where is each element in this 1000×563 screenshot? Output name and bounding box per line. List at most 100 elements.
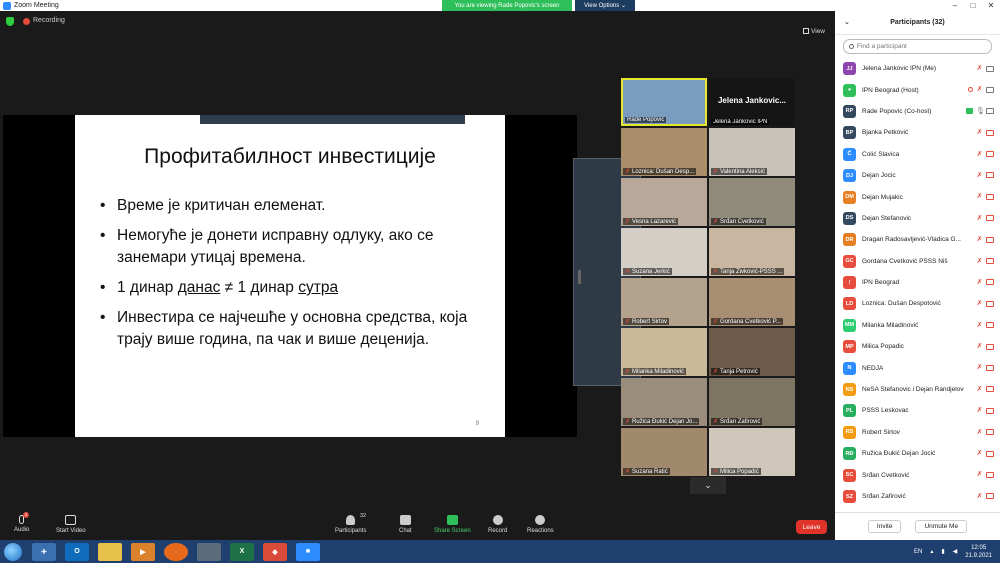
- participant-row[interactable]: ● IPN Beograd (Host) ✗: [835, 79, 1000, 100]
- video-tile[interactable]: ✗ Tanja Živković-PSSS ...: [709, 228, 795, 276]
- participant-row[interactable]: SC Srđan Cvetković ✗: [835, 464, 1000, 485]
- avatar: DJ: [843, 169, 856, 183]
- video-tile[interactable]: ✗ Suzana Ratić: [621, 428, 707, 476]
- video-tile[interactable]: ✗ Vesna Lazarević: [621, 178, 707, 226]
- video-tile[interactable]: ✗ Srđan Cvetković: [709, 178, 795, 226]
- app-icon[interactable]: [197, 542, 221, 561]
- participant-row[interactable]: MP Milica Popadic ✗: [835, 336, 1000, 357]
- video-tile[interactable]: ✗ Gordana Cvetković P...: [709, 278, 795, 326]
- video-tile-name: ✗ Milica Popadić: [711, 468, 761, 475]
- video-tile[interactable]: ✗ Robert Sirtov: [621, 278, 707, 326]
- video-tile-name-text: Suzana Jerkić: [632, 269, 670, 275]
- participant-row[interactable]: BP Bjanka Petković ✗: [835, 122, 1000, 143]
- participant-status-icons: ✗: [976, 257, 994, 266]
- folder-icon[interactable]: [98, 542, 122, 561]
- video-tile[interactable]: ✗ Ružica Đukić Dejan Jo...: [621, 378, 707, 426]
- muted-mic-icon: ✗: [976, 129, 983, 137]
- participant-row[interactable]: DR Dragan Radosavljević-Vladica G... ✗: [835, 229, 1000, 250]
- camera-off-icon: [986, 193, 994, 200]
- participant-row[interactable]: RS Robert Sirtov ✗: [835, 422, 1000, 443]
- close-icon[interactable]: ✕: [982, 1, 1000, 10]
- participant-row[interactable]: PL PSSS Leskovac ✗: [835, 400, 1000, 421]
- muted-mic-icon: ✗: [976, 236, 983, 244]
- slide-bullet: Инвестира се најчешће у основна средства…: [100, 307, 487, 351]
- audio-button[interactable]: 1 Audio: [14, 512, 29, 533]
- muted-mic-icon: ✗: [976, 492, 983, 500]
- gallery-next-page-button[interactable]: ⌄: [690, 477, 726, 494]
- view-button[interactable]: View: [803, 28, 825, 35]
- participants-title: Participants (32): [890, 19, 945, 26]
- participant-row[interactable]: DJ Dejan Jocic ✗: [835, 165, 1000, 186]
- participant-row[interactable]: NS NeŠA Stefanovic i Dejan Randjelovic...…: [835, 379, 1000, 400]
- participant-row[interactable]: GC Gordana Cvetković PSSS Niš ✗: [835, 251, 1000, 272]
- clock[interactable]: 12:05 21.9.2021: [965, 544, 992, 560]
- media-player-icon[interactable]: ▶: [131, 542, 155, 561]
- video-tile[interactable]: ✗ Valentina Aleksić: [709, 128, 795, 176]
- participant-row[interactable]: SZ Srđan Zafirović ✗: [835, 486, 1000, 507]
- participant-row[interactable]: MM Milanka Miladinović ✗: [835, 315, 1000, 336]
- muted-mic-icon: ✗: [976, 257, 983, 265]
- participant-search-input[interactable]: [857, 43, 977, 50]
- participant-row[interactable]: LD Loznica: Dušan Despotović ✗: [835, 293, 1000, 314]
- record-button[interactable]: Record: [488, 515, 507, 534]
- avatar: BP: [843, 126, 856, 140]
- network-icon[interactable]: ▮: [941, 548, 944, 555]
- splitter-handle[interactable]: [578, 270, 581, 284]
- reactions-button[interactable]: Reactions: [527, 515, 554, 534]
- muted-mic-icon: ✗: [976, 343, 983, 351]
- video-tile[interactable]: ✗ Tanja Petrović: [709, 328, 795, 376]
- participant-row[interactable]: Č Čolić Slavica ✗: [835, 144, 1000, 165]
- unmute-me-button[interactable]: Unmute Me: [915, 520, 968, 533]
- outlook-icon[interactable]: O: [65, 542, 89, 561]
- muted-mic-icon: ✗: [976, 214, 983, 222]
- zoom-taskbar-icon[interactable]: ■: [296, 542, 320, 561]
- participant-row[interactable]: DM Dejan Mujakic ✗: [835, 186, 1000, 207]
- minimize-icon[interactable]: –: [946, 1, 964, 10]
- anydesk-icon[interactable]: ◆: [263, 542, 287, 561]
- invite-button[interactable]: Invite: [867, 520, 902, 533]
- firefox-icon[interactable]: [164, 542, 188, 561]
- video-tile[interactable]: ✗ Milanka Miladinović: [621, 328, 707, 376]
- start-video-button[interactable]: Start Video: [56, 515, 86, 534]
- file-manager-icon[interactable]: ✈: [32, 542, 56, 561]
- video-tile[interactable]: ✗ Milica Popadić: [709, 428, 795, 476]
- participant-row[interactable]: ! IPN Beograd ✗: [835, 272, 1000, 293]
- view-button-label: View: [811, 28, 825, 35]
- participant-search[interactable]: [843, 39, 992, 54]
- camera-off-icon: [986, 172, 994, 179]
- chevron-down-icon[interactable]: ⌄: [844, 18, 850, 26]
- view-options-button[interactable]: View Options ⌄: [575, 0, 635, 11]
- participant-name: Robert Sirtov: [862, 428, 900, 436]
- tray-arrow-icon[interactable]: ▴: [930, 548, 933, 555]
- video-tile[interactable]: ✗ Suzana Jerkić: [621, 228, 707, 276]
- share-screen-icon: [446, 515, 458, 525]
- participant-row[interactable]: JJ Jelena Jankovic IPN (Me) ✗: [835, 58, 1000, 79]
- participant-name: IPN Beograd (Host): [862, 86, 919, 94]
- avatar: RS: [843, 425, 856, 439]
- video-tile[interactable]: Rade Popovic: [621, 78, 707, 126]
- volume-icon[interactable]: ◀: [953, 548, 958, 555]
- windows-start-icon[interactable]: [4, 542, 22, 561]
- video-tile[interactable]: Jelena Jankovic... Jelena Jankovic IPN: [709, 78, 795, 126]
- participant-row[interactable]: RP Rade Popovic (Co-host) 🎙: [835, 101, 1000, 122]
- language-indicator[interactable]: EN: [914, 549, 922, 555]
- participant-row[interactable]: N NEDJA ✗: [835, 357, 1000, 378]
- start-video-label: Start Video: [56, 528, 86, 534]
- participant-status-icons: ✗: [976, 321, 994, 330]
- share-screen-button[interactable]: Share Screen: [434, 515, 471, 534]
- participants-button[interactable]: 32 Participants: [335, 513, 366, 534]
- chat-button[interactable]: Chat: [399, 515, 412, 534]
- leave-button[interactable]: Leave: [796, 520, 827, 534]
- excel-icon[interactable]: X: [230, 542, 254, 561]
- participant-row[interactable]: RĐ Ružica Đukić Dejan Jocić ✗: [835, 443, 1000, 464]
- muted-mic-icon: ✗: [713, 419, 719, 425]
- video-tile[interactable]: ✗ Loznica: Dušan Desp...: [621, 128, 707, 176]
- participant-row[interactable]: DS Dejan Stefanovic ✗: [835, 208, 1000, 229]
- meeting-toolbar: 1 Audio Start Video 32 Participants Chat…: [0, 512, 835, 540]
- video-tile[interactable]: ✗ Srđan Zafirović: [709, 378, 795, 426]
- shield-icon[interactable]: [6, 17, 14, 26]
- window-title: Zoom Meeting: [14, 2, 59, 9]
- reactions-label: Reactions: [527, 528, 554, 534]
- maximize-icon[interactable]: □: [964, 1, 982, 10]
- video-tile-name-text: Srđan Cvetković: [720, 219, 764, 225]
